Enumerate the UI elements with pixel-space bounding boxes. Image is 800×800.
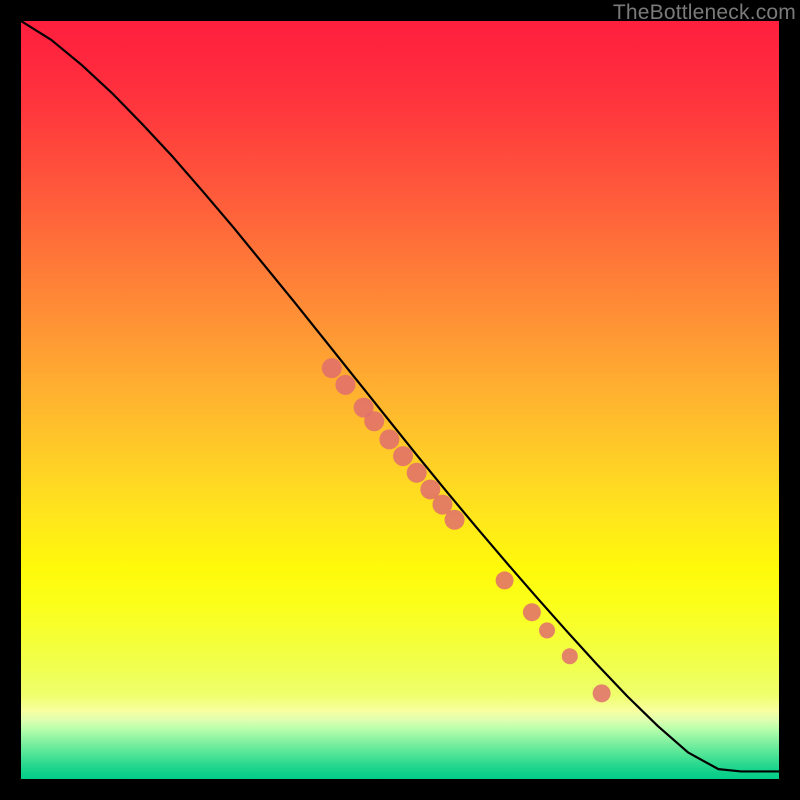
marker-point (407, 463, 427, 483)
marker-point (335, 375, 355, 395)
marker-point (445, 510, 465, 530)
marker-point (364, 411, 384, 431)
marker-point (523, 603, 541, 621)
marker-point (562, 648, 578, 664)
marker-point (379, 429, 399, 449)
chart-stage: TheBottleneck.com (0, 0, 800, 800)
marker-point (593, 684, 611, 702)
marker-point (539, 622, 555, 638)
marker-point (393, 446, 413, 466)
plot-area (21, 21, 779, 779)
marker-point (496, 571, 514, 589)
marker-point (322, 358, 342, 378)
curve-line (21, 21, 779, 771)
chart-overlay (21, 21, 779, 779)
markers-group (322, 358, 611, 702)
